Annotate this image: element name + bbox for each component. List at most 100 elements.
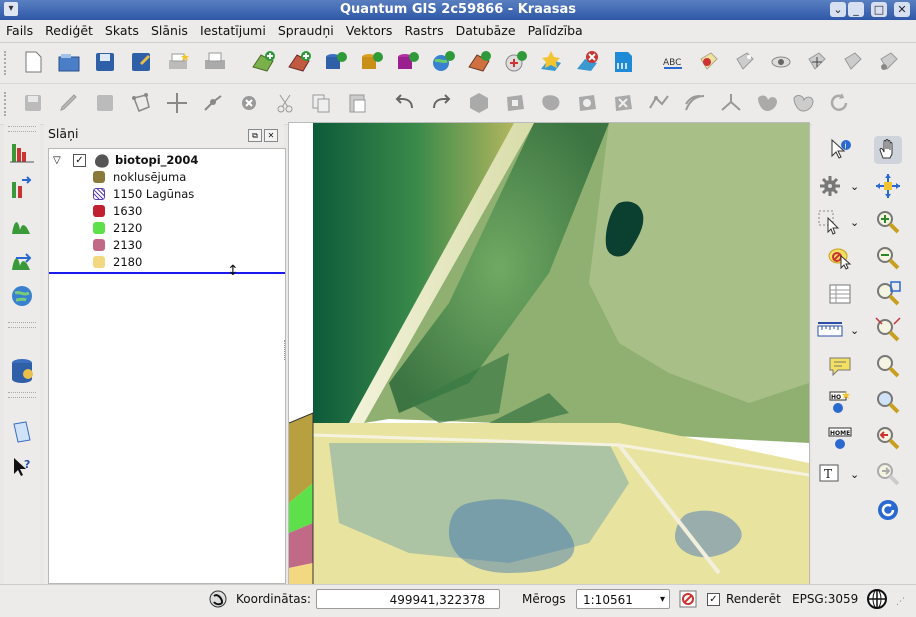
menu-redigets[interactable]: Rediģēt	[39, 20, 99, 38]
edit-pencil-icon[interactable]	[56, 90, 82, 116]
add-mssql-layer-icon[interactable]	[394, 49, 420, 75]
raster-histogram-icon[interactable]	[8, 138, 36, 166]
merge-attributes-icon[interactable]	[790, 90, 816, 116]
deselect-features-icon[interactable]	[826, 244, 854, 272]
whats-this-icon[interactable]: ?	[8, 454, 36, 482]
pan-to-selection-icon[interactable]	[874, 172, 902, 200]
toolbar-grip-left-3[interactable]	[8, 392, 36, 398]
rotate-point-symbols-icon[interactable]	[826, 90, 852, 116]
legend-item[interactable]: noklusējuma	[93, 169, 281, 186]
legend-item[interactable]: 1150 Lagūnas	[93, 186, 281, 203]
zoom-out-icon[interactable]	[874, 244, 902, 272]
cut-features-icon[interactable]	[272, 90, 298, 116]
add-delimited-text-icon[interactable]	[466, 49, 492, 75]
menu-skats[interactable]: Skats	[99, 20, 145, 38]
delete-ring-icon[interactable]	[574, 90, 600, 116]
reshape-features-icon[interactable]	[646, 90, 672, 116]
refresh-icon[interactable]	[874, 496, 902, 524]
stretch-histogram-icon[interactable]	[8, 174, 36, 202]
zoom-to-layer-icon[interactable]	[874, 352, 902, 380]
change-tag-icon[interactable]	[876, 49, 902, 75]
menu-iestatijumi[interactable]: Iestatījumi	[194, 20, 272, 38]
layer-properties-icon[interactable]	[696, 49, 722, 75]
show-tag-icon[interactable]	[768, 49, 794, 75]
show-bookmarks-icon[interactable]: HOME	[826, 424, 854, 452]
pan-map-icon[interactable]	[874, 136, 902, 164]
crs-status[interactable]: EPSG:3059	[792, 592, 858, 606]
delete-part-icon[interactable]	[610, 90, 636, 116]
copy-features-icon[interactable]	[308, 90, 334, 116]
add-wms-layer-icon[interactable]	[430, 49, 456, 75]
toolbar-grip-2[interactable]	[4, 92, 10, 116]
toolbar-grip-left[interactable]	[8, 126, 36, 132]
menu-datubaze[interactable]: Datubāze	[450, 20, 522, 38]
zoom-to-native-resolution-icon[interactable]	[874, 388, 902, 416]
coordinates-field[interactable]: 499941,322378	[316, 589, 500, 609]
zoom-next-icon[interactable]	[874, 460, 902, 488]
add-raster-layer-icon[interactable]	[286, 49, 312, 75]
menu-fails[interactable]: Fails	[0, 20, 39, 38]
merge-features-icon[interactable]	[754, 90, 780, 116]
legend-item[interactable]: 2130	[93, 237, 281, 254]
actions-gear-icon[interactable]	[816, 172, 844, 200]
map-tips-icon[interactable]	[826, 352, 854, 380]
save-project-icon[interactable]	[92, 49, 118, 75]
new-project-icon[interactable]	[20, 49, 46, 75]
offset-curve-icon[interactable]	[682, 90, 708, 116]
save-edits-icon[interactable]	[92, 90, 118, 116]
add-ring-icon[interactable]	[502, 90, 528, 116]
toolbar-grip[interactable]	[4, 51, 10, 75]
legend-item[interactable]: 1630	[93, 203, 281, 220]
toggle-editing-icon[interactable]	[20, 90, 46, 116]
save-as-icon[interactable]	[128, 49, 154, 75]
add-wfs-layer-icon[interactable]	[502, 49, 528, 75]
size-grip-icon[interactable]: ⋰	[896, 597, 905, 607]
render-checkbox[interactable]: ✓	[707, 593, 720, 606]
open-project-icon[interactable]	[56, 49, 82, 75]
toolbar-grip-left-2[interactable]	[8, 322, 36, 328]
remove-layer-icon[interactable]	[574, 49, 600, 75]
add-spatialite-layer-icon[interactable]	[358, 49, 384, 75]
print-icon[interactable]	[202, 49, 228, 75]
layer-row[interactable]: ▽ ✓ biotopi_2004	[53, 152, 281, 169]
redo-icon[interactable]	[428, 90, 454, 116]
identify-icon[interactable]: i	[826, 136, 854, 164]
new-bookmark-icon[interactable]: HO	[826, 388, 854, 416]
annotation-dropdown-arrow-icon[interactable]: ⌄	[850, 468, 859, 481]
node-tool-icon[interactable]	[200, 90, 226, 116]
menu-slanis[interactable]: Slānis	[145, 20, 194, 38]
zoom-in-icon[interactable]	[874, 208, 902, 236]
layer-tree[interactable]: ▽ ✓ biotopi_2004 noklusējuma 1150 Lagūna…	[48, 148, 286, 584]
toggle-extents-icon[interactable]	[208, 588, 228, 613]
close-panel-button[interactable]: ✕	[264, 129, 278, 142]
actions-dropdown-arrow-icon[interactable]: ⌄	[850, 180, 859, 193]
histogram-stretch-arrows-icon[interactable]	[8, 246, 36, 274]
spell-check-icon[interactable]: ABC	[660, 49, 686, 75]
text-annotation-icon[interactable]: T	[816, 460, 844, 488]
shade-window-button[interactable]: ⌄	[830, 2, 846, 17]
add-part-icon[interactable]	[538, 90, 564, 116]
menu-spraudni[interactable]: Spraudņi	[272, 20, 340, 38]
split-features-icon[interactable]	[718, 90, 744, 116]
print-composer-icon[interactable]	[166, 49, 192, 75]
menu-rastrs[interactable]: Rastrs	[398, 20, 449, 38]
float-panel-button[interactable]: ⧉	[248, 129, 262, 142]
add-feature-icon[interactable]	[128, 90, 154, 116]
delete-selected-icon[interactable]	[236, 90, 262, 116]
zoom-last-icon[interactable]	[874, 424, 902, 452]
local-histogram-icon[interactable]	[8, 210, 36, 238]
move-feature-icon[interactable]	[164, 90, 190, 116]
minimize-button[interactable]: _	[848, 2, 864, 17]
select-features-icon[interactable]	[816, 208, 844, 236]
close-button[interactable]: ✕	[894, 2, 910, 17]
menu-palidziba[interactable]: Palīdzība	[522, 20, 589, 38]
undo-icon[interactable]	[392, 90, 418, 116]
toggle-editing-tag-icon[interactable]	[732, 49, 758, 75]
measure-dropdown-arrow-icon[interactable]: ⌄	[850, 324, 859, 337]
globe-icon[interactable]	[8, 282, 36, 310]
save-layer-icon[interactable]	[610, 49, 636, 75]
database-manager-icon[interactable]	[8, 356, 36, 384]
legend-item[interactable]: 2180	[93, 254, 281, 271]
maximize-button[interactable]: □	[871, 2, 887, 17]
menu-vektors[interactable]: Vektors	[340, 20, 399, 38]
